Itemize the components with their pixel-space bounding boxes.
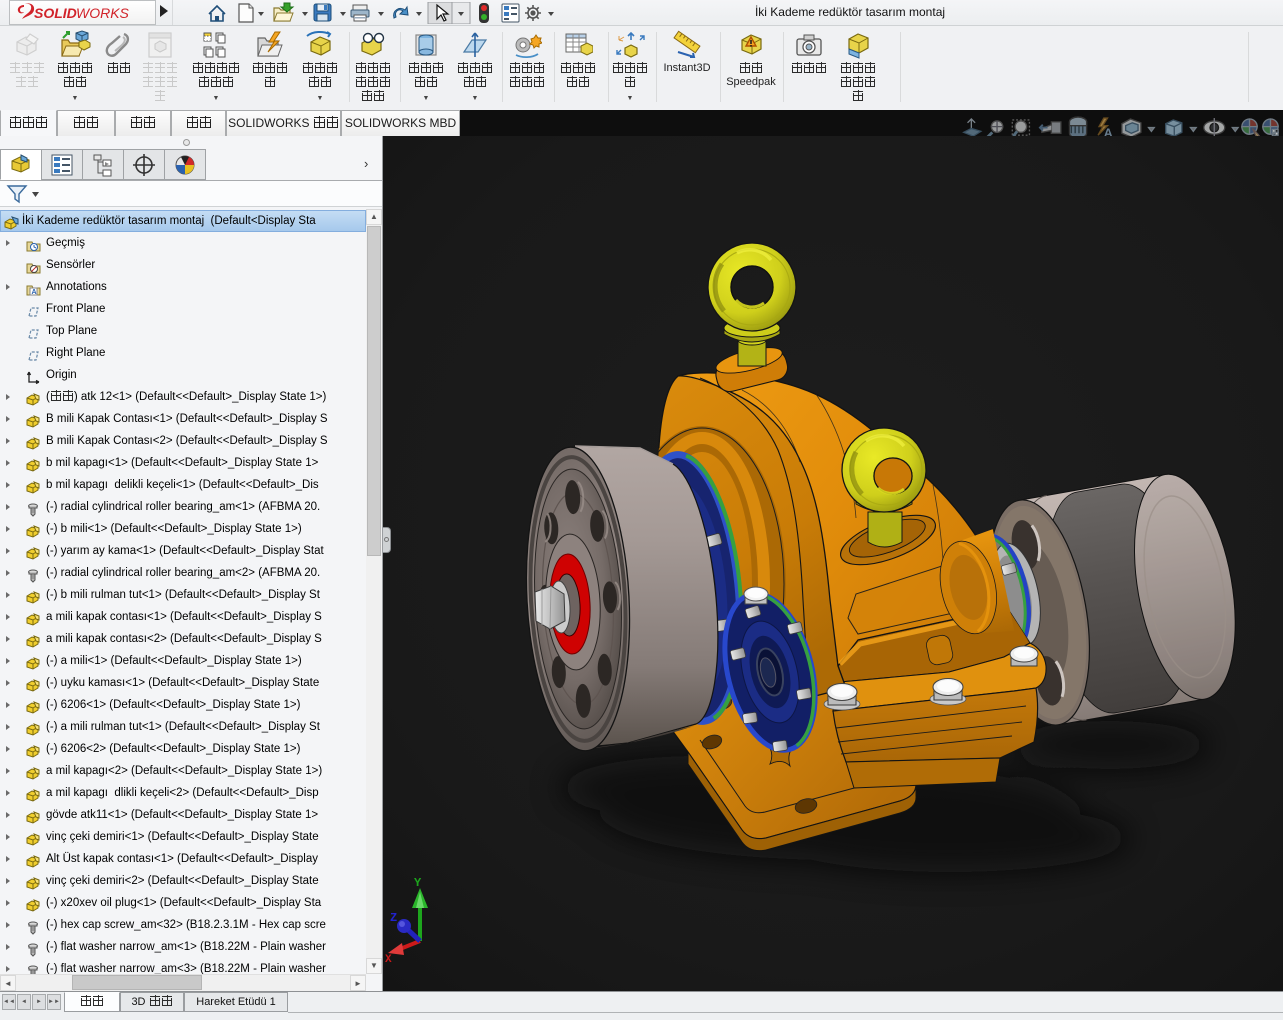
svg-text:Z: Z — [390, 911, 397, 925]
svg-text:Y: Y — [414, 876, 422, 890]
svg-text:SOLID: SOLID — [34, 5, 77, 21]
svg-text:X: X — [385, 954, 392, 966]
svg-text:A: A — [32, 289, 37, 296]
svg-text:WORKS: WORKS — [76, 5, 130, 21]
